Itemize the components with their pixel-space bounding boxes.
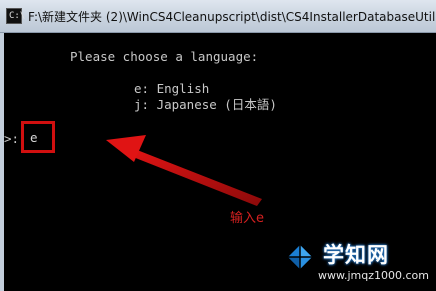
watermark: 学知网 www.jmqz1000.com bbox=[278, 236, 436, 291]
windows-logo-icon bbox=[288, 245, 312, 269]
console-window: C:\ F:\新建文件夹 (2)\WinCS4Cleanupscript\dis… bbox=[0, 0, 436, 291]
annotation-label: 输入e bbox=[230, 211, 264, 226]
watermark-url: www.jmqz1000.com bbox=[318, 269, 429, 282]
watermark-title: 学知网 bbox=[323, 243, 389, 267]
arrow-shaft bbox=[128, 148, 262, 206]
